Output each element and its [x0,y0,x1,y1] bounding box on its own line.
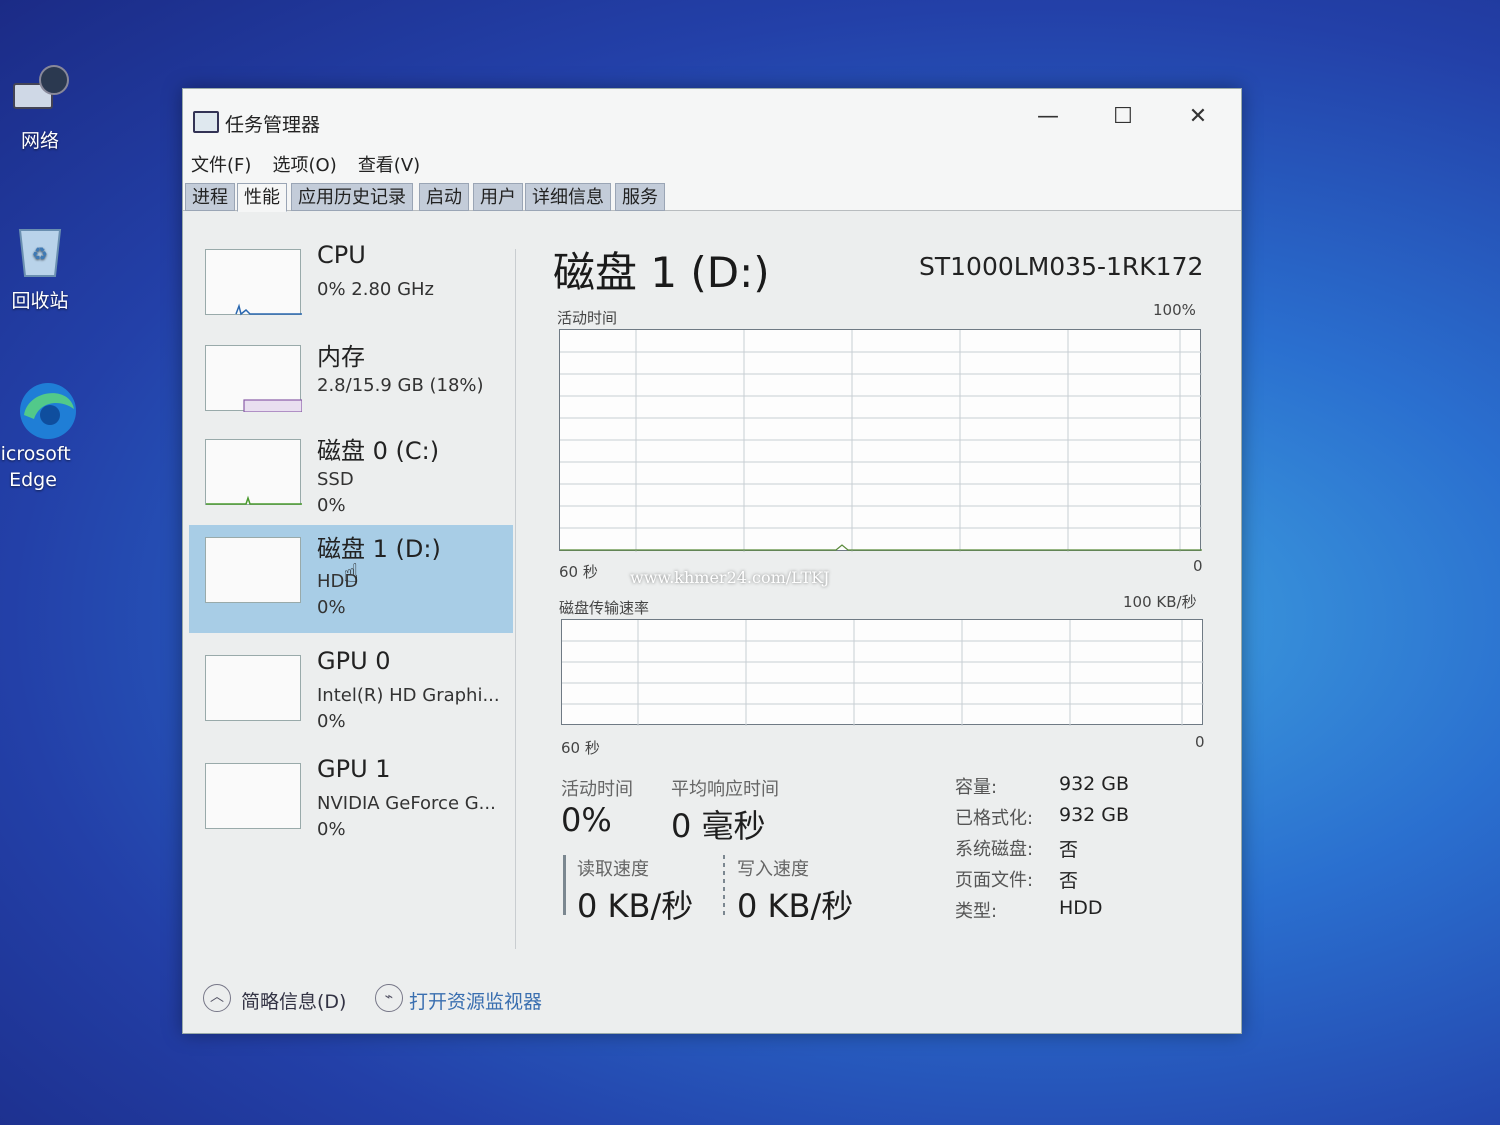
sidebar-item-title: 内存 [317,343,365,371]
sidebar-item-title: GPU 1 [317,755,391,783]
read-speed-bar [563,855,566,915]
sidebar-item-memory[interactable]: 内存 2.8/15.9 GB (18%) [189,333,513,441]
tab-processes[interactable]: 进程 [185,183,235,211]
fewer-details-link[interactable]: 简略信息(D) [241,987,346,1014]
disk1-thumbnail-graph [205,537,301,603]
hand-cursor-icon: ☝ [343,559,359,589]
tab-startup[interactable]: 启动 [419,183,469,211]
response-time-value: 0 毫秒 [671,807,766,845]
tab-details[interactable]: 详细信息 [525,183,611,211]
disk-model: ST1000LM035-1RK172 [919,252,1204,281]
prop-type-key: 类型: [955,901,998,922]
read-speed-label: 读取速度 [577,859,649,880]
sidebar-item-detail: 0% 2.80 GHz [317,279,435,300]
sidebar-item-detail: Intel(R) HD Graphi... [317,685,500,706]
desktop-icon-recycle-bin[interactable]: ♻ 回收站 [0,220,80,313]
sidebar-item-title: CPU [317,241,366,269]
sidebar-item-detail: NVIDIA GeForce G... [317,793,496,814]
open-resource-monitor-link[interactable]: 打开资源监视器 [409,987,542,1014]
task-manager-window: 任务管理器 — ☐ ✕ 文件(F) 选项(O) 查看(V) 进程 性能 应用历史… [182,88,1242,1034]
chart1-label: 活动时间 [557,309,618,327]
menu-view[interactable]: 查看(V) [350,147,428,181]
recycle-bin-icon: ♻ [10,220,70,280]
panel-divider [515,249,516,949]
active-time-value: 0% [561,801,612,839]
maximize-button[interactable]: ☐ [1093,97,1153,137]
menu-options[interactable]: 选项(O) [265,147,345,181]
prop-formatted-key: 已格式化: [955,808,1034,829]
desktop-icon-network[interactable]: 网络 [0,60,80,153]
tab-services[interactable]: 服务 [615,183,665,211]
write-speed-bar [723,855,725,915]
response-time-label: 平均响应时间 [671,779,779,800]
desktop-icon-label: licrosoft Edge [0,443,71,491]
minimize-button[interactable]: — [1018,97,1078,137]
sidebar-item-usage: 0% [317,819,346,840]
chart2-min: 0 [1195,733,1205,751]
active-time-graph [559,329,1202,552]
chart1-max: 100% [1153,301,1196,319]
tab-performance[interactable]: 性能 [237,183,287,212]
task-manager-app-icon [193,111,219,133]
prop-capacity-key: 容量: [955,777,998,798]
tab-app-history[interactable]: 应用历史记录 [291,183,413,211]
prop-type-value: HDD [1059,897,1103,919]
sidebar-item-usage: 0% [317,711,346,732]
sidebar-item-detail: 2.8/15.9 GB (18%) [317,375,484,396]
prop-page-file-value: 否 [1059,870,1079,892]
active-time-grid [560,330,1202,552]
svg-text:♻: ♻ [32,244,48,265]
gpu0-thumbnail-graph [205,655,301,721]
prop-formatted-value: 932 GB [1059,804,1130,826]
watermark-text: www.khmer24.com/LTKJ [630,568,830,587]
chart1-min: 0 [1193,557,1203,575]
read-speed-value: 0 KB/秒 [577,887,694,925]
sidebar-item-title: GPU 0 [317,647,391,675]
edge-icon [10,375,76,439]
menu-file[interactable]: 文件(F) [183,147,259,181]
sidebar-item-type: SSD [317,469,354,490]
sidebar-item-usage: 0% [317,495,346,516]
performance-sidebar: CPU 0% 2.80 GHz 内存 2.8/15.9 GB (18%) 磁盘 … [189,237,513,977]
cpu-thumbnail-graph [205,249,302,316]
chart2-time-span: 60 秒 [561,739,600,757]
sidebar-item-cpu[interactable]: CPU 0% 2.80 GHz [189,237,513,345]
desktop-icon-label: 网络 [20,130,59,152]
tab-users[interactable]: 用户 [473,183,523,211]
disk0-thumbnail-graph [205,439,302,505]
desktop-icon-edge[interactable]: licrosoft Edge [0,375,80,493]
chart2-label: 磁盘传输速率 [559,599,650,617]
desktop-top-label-fragment [0,0,60,14]
write-speed-label: 写入速度 [737,859,809,880]
chevron-up-icon[interactable]: ︿ [203,984,231,1012]
network-icon [10,60,70,120]
sidebar-item-title: 磁盘 1 (D:) [317,535,441,563]
active-time-label: 活动时间 [561,779,633,800]
sidebar-item-gpu-1[interactable]: GPU 1 NVIDIA GeForce G... 0% [189,751,513,859]
transfer-rate-grid [562,620,1204,726]
title-bar[interactable]: 任务管理器 — ☐ ✕ [183,89,1241,147]
chart2-max: 100 KB/秒 [1123,593,1197,611]
sidebar-item-disk-0[interactable]: 磁盘 0 (C:) SSD 0% [189,427,513,535]
desktop-icon-label: 回收站 [11,290,69,312]
tab-bar: 进程 性能 应用历史记录 启动 用户 详细信息 服务 [183,181,1241,212]
gpu1-thumbnail-graph [205,763,301,829]
prop-page-file-key: 页面文件: [955,870,1034,891]
close-button[interactable]: ✕ [1168,97,1228,137]
prop-capacity-value: 932 GB [1059,773,1130,795]
resource-monitor-icon: ⌁ [375,984,403,1012]
prop-system-disk-value: 否 [1059,839,1079,861]
sidebar-item-disk-1[interactable]: 磁盘 1 (D:) HDD 0% ☝ [189,525,513,633]
menu-bar: 文件(F) 选项(O) 查看(V) [183,147,1241,181]
memory-thumbnail-graph [205,345,302,412]
transfer-rate-graph [561,619,1204,726]
write-speed-value: 0 KB/秒 [737,887,854,925]
disk-title: 磁盘 1 (D:) [553,248,770,297]
chart1-time-span: 60 秒 [559,563,598,581]
sidebar-item-title: 磁盘 0 (C:) [317,437,440,465]
prop-system-disk-key: 系统磁盘: [955,839,1034,860]
sidebar-item-gpu-0[interactable]: GPU 0 Intel(R) HD Graphi... 0% [189,643,513,751]
sidebar-item-usage: 0% [317,597,346,618]
window-title: 任务管理器 [225,114,321,136]
